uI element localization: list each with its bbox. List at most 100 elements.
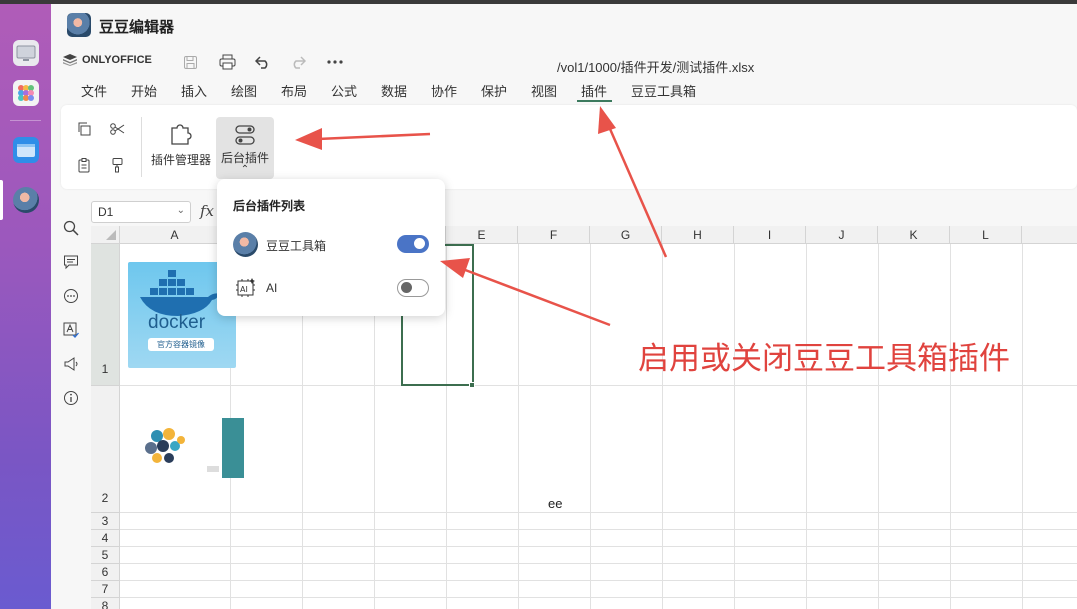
tab-data[interactable]: 数据 xyxy=(381,81,407,100)
copy-icon[interactable] xyxy=(73,118,95,140)
grid-line xyxy=(120,529,1077,530)
tab-draw[interactable]: 绘图 xyxy=(231,81,257,100)
onlyoffice-brand: ONLYOFFICE xyxy=(82,54,152,66)
column-header[interactable]: F xyxy=(518,226,590,244)
desktop-icon[interactable] xyxy=(13,40,39,66)
onlyoffice-logo: ONLYOFFICE xyxy=(63,54,152,66)
popup-title: 后台插件列表 xyxy=(233,199,306,213)
paste-icon[interactable] xyxy=(73,154,95,176)
grid-line xyxy=(590,244,591,609)
plugin-toggle-doudou-toolbox[interactable] xyxy=(397,235,429,253)
grid-line xyxy=(734,244,735,609)
column-header-empty[interactable] xyxy=(1022,226,1077,244)
row-header[interactable]: 6 xyxy=(91,564,120,581)
spellcheck-icon[interactable] xyxy=(61,320,81,340)
plugin-manager-label: 插件管理器 xyxy=(150,153,211,167)
row-header[interactable]: 2 xyxy=(91,386,120,513)
tab-insert[interactable]: 插入 xyxy=(181,81,207,100)
hexagon-image[interactable] xyxy=(135,418,245,488)
column-header[interactable]: J xyxy=(806,226,878,244)
cell-reference: D1 xyxy=(98,205,114,219)
info-icon[interactable] xyxy=(61,388,81,408)
background-plugins-popup: 后台插件列表 豆豆工具箱 AI AI xyxy=(217,179,445,316)
active-tab-indicator xyxy=(577,100,612,102)
cut-icon[interactable] xyxy=(106,118,128,140)
format-painter-icon[interactable] xyxy=(106,154,128,176)
hexagon-cluster-icon xyxy=(145,418,244,478)
row-header[interactable]: 8 xyxy=(91,598,120,609)
tab-collaborate[interactable]: 协作 xyxy=(431,81,457,100)
tab-home[interactable]: 开始 xyxy=(131,81,157,100)
plugin-row-doudou-toolbox[interactable]: 豆豆工具箱 xyxy=(233,232,429,258)
annotation-text: 启用或关闭豆豆工具箱插件 xyxy=(638,341,1010,377)
cell-f2[interactable]: ee xyxy=(548,496,562,511)
tab-plugins[interactable]: 插件 xyxy=(581,81,607,100)
title-bar: 豆豆编辑器 xyxy=(51,4,1077,46)
ribbon-toolbar: 插件管理器 后台插件 ⌃ xyxy=(61,105,1077,189)
doudou-editor-dock-icon[interactable] xyxy=(13,187,39,213)
grid-line xyxy=(120,546,1077,547)
background-toggle-icon xyxy=(235,125,255,145)
background-plugins-button[interactable]: 后台插件 ⌃ xyxy=(216,117,274,179)
chat-icon[interactable] xyxy=(61,286,81,306)
search-icon[interactable] xyxy=(61,218,81,238)
tab-protect[interactable]: 保护 xyxy=(481,81,507,100)
puzzle-icon xyxy=(171,124,192,145)
undo-icon[interactable] xyxy=(253,52,273,72)
grid-line xyxy=(120,597,1077,598)
fill-handle[interactable] xyxy=(469,382,475,388)
chevron-up-icon: ⌃ xyxy=(240,164,250,175)
column-header[interactable]: K xyxy=(878,226,950,244)
plugin-manager-button[interactable]: 插件管理器 xyxy=(149,117,213,177)
app-icon xyxy=(67,13,91,37)
row-header[interactable]: 1 xyxy=(91,244,120,386)
column-header[interactable]: H xyxy=(662,226,734,244)
feedback-icon[interactable] xyxy=(61,354,81,374)
comments-icon[interactable] xyxy=(61,252,81,272)
plugin-row-ai[interactable]: AI AI xyxy=(233,276,429,302)
tab-formula[interactable]: 公式 xyxy=(331,81,357,100)
editor-app: 豆豆编辑器 ONLYOFFICE /vol1/1000/插件开发/测试插件.xl… xyxy=(51,4,1077,609)
cell-name-box[interactable]: D1 ⌄ xyxy=(91,201,191,223)
grid-line xyxy=(518,244,519,609)
docker-tag: 官方容器镜像 xyxy=(148,338,214,351)
column-header[interactable]: E xyxy=(446,226,518,244)
app-launcher-icon[interactable] xyxy=(13,80,39,106)
tab-layout[interactable]: 布局 xyxy=(281,81,307,100)
left-side-panel xyxy=(51,209,91,609)
row-header[interactable]: 7 xyxy=(91,581,120,598)
function-icon[interactable]: fx xyxy=(200,202,214,220)
redo-icon[interactable] xyxy=(288,52,308,72)
select-all-corner[interactable] xyxy=(91,226,120,244)
toggle-knob xyxy=(401,282,412,293)
docker-word: docker xyxy=(148,312,206,333)
save-icon[interactable] xyxy=(180,52,200,72)
file-manager-icon[interactable] xyxy=(13,137,39,163)
os-dock xyxy=(0,4,51,609)
grid-line xyxy=(120,563,1077,564)
row-header[interactable]: 5 xyxy=(91,547,120,564)
grid-line xyxy=(1022,244,1023,609)
dock-active-indicator xyxy=(0,180,3,220)
grid-line xyxy=(120,580,1077,581)
more-icon[interactable] xyxy=(325,52,345,72)
row-header[interactable]: 3 xyxy=(91,513,120,530)
onlyoffice-header: ONLYOFFICE /vol1/1000/插件开发/测试插件.xlsx xyxy=(51,48,1077,76)
toggle-knob xyxy=(414,238,425,249)
column-header[interactable]: G xyxy=(590,226,662,244)
plugin-label: AI xyxy=(266,281,278,295)
row-header[interactable]: 4 xyxy=(91,530,120,547)
tab-view[interactable]: 视图 xyxy=(531,81,557,100)
grid-line xyxy=(120,512,1077,513)
print-icon[interactable] xyxy=(217,52,237,72)
column-header[interactable]: A xyxy=(120,226,230,244)
tab-doudou-toolbox[interactable]: 豆豆工具箱 xyxy=(631,81,696,100)
ribbon-separator xyxy=(141,117,142,177)
column-header[interactable]: I xyxy=(734,226,806,244)
column-header[interactable]: L xyxy=(950,226,1022,244)
svg-text:AI: AI xyxy=(240,285,248,294)
plugin-toggle-ai[interactable] xyxy=(397,279,429,297)
plugin-label: 豆豆工具箱 xyxy=(266,239,327,253)
tab-file[interactable]: 文件 xyxy=(81,81,107,100)
onlyoffice-layers-icon xyxy=(63,54,77,66)
